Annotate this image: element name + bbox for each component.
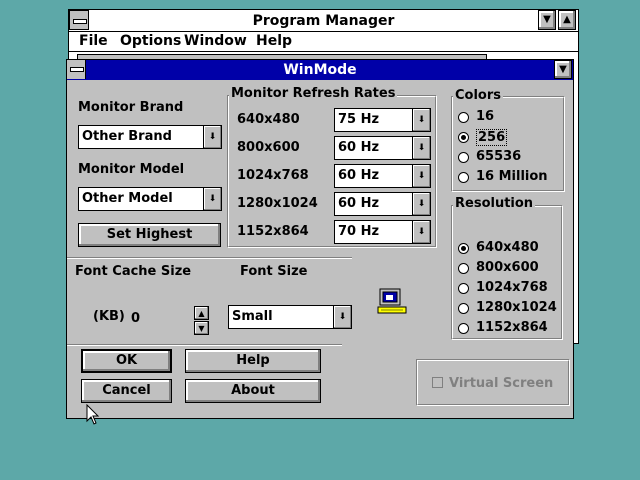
color-256-radio[interactable] — [458, 132, 469, 143]
about-button[interactable]: About — [185, 379, 321, 403]
color-65536-label: 65536 — [476, 149, 522, 164]
res-800-radio[interactable] — [458, 263, 469, 274]
refresh-rate-1280-value: 60 Hz — [338, 196, 380, 211]
res-1152-radio[interactable] — [458, 323, 469, 334]
dropdown-arrow-icon[interactable]: ⬇ — [333, 306, 351, 328]
refresh-res-640: 640x480 — [237, 112, 300, 127]
refresh-rate-1024-value: 60 Hz — [338, 168, 380, 183]
color-16-radio[interactable] — [458, 112, 469, 123]
res-1024-radio[interactable] — [458, 283, 469, 294]
monitor-model-select[interactable]: Other Model ⬇ — [78, 187, 222, 211]
menu-file[interactable]: File — [79, 33, 108, 49]
color-256-label: 256 — [476, 129, 508, 146]
dropdown-arrow-icon[interactable]: ⬇ — [412, 165, 430, 187]
refresh-rate-800-select[interactable]: 60 Hz ⬇ — [334, 136, 431, 160]
help-button[interactable]: Help — [185, 349, 321, 373]
refresh-rate-1152-value: 70 Hz — [338, 224, 380, 239]
set-highest-button[interactable]: Set Highest — [78, 223, 221, 247]
mouse-cursor-icon — [86, 403, 100, 426]
ok-button[interactable]: OK — [81, 349, 172, 373]
colors-title: Colors — [453, 88, 504, 103]
refresh-rate-800-value: 60 Hz — [338, 140, 380, 155]
minimize-icon[interactable]: ▼ — [554, 60, 572, 79]
refresh-rate-1152-select[interactable]: 70 Hz ⬇ — [334, 220, 431, 244]
monitor-icon — [377, 288, 407, 316]
system-menu-icon[interactable] — [67, 60, 86, 79]
dropdown-arrow-icon[interactable]: ⬇ — [203, 188, 221, 210]
font-cache-unit: (KB) — [93, 309, 125, 324]
refresh-res-1024: 1024x768 — [237, 168, 309, 183]
refresh-rate-640-value: 75 Hz — [338, 112, 380, 127]
res-800-label: 800x600 — [476, 260, 539, 275]
font-size-title: Font Size — [240, 264, 308, 279]
menu-window[interactable]: Window — [184, 33, 247, 49]
resolution-title: Resolution — [453, 196, 536, 211]
font-size-select[interactable]: Small ⬇ — [228, 305, 352, 329]
winmode-dialog: WinMode ▼ Monitor Brand Other Brand ⬇ Mo… — [66, 59, 574, 419]
dropdown-arrow-icon[interactable]: ⬇ — [412, 221, 430, 243]
monitor-model-label: Monitor Model — [78, 162, 185, 177]
dropdown-arrow-icon[interactable]: ⬇ — [412, 109, 430, 131]
font-size-value: Small — [232, 309, 273, 324]
program-manager-title: Program Manager — [252, 13, 395, 29]
minimize-icon[interactable]: ▼ — [538, 10, 556, 30]
color-65536-radio[interactable] — [458, 152, 469, 163]
maximize-icon[interactable]: ▲ — [558, 10, 576, 30]
refresh-rate-1280-select[interactable]: 60 Hz ⬇ — [334, 192, 431, 216]
res-1280-radio[interactable] — [458, 303, 469, 314]
res-640-label: 640x480 — [476, 240, 539, 255]
font-cache-title: Font Cache Size — [75, 264, 192, 279]
res-640-radio[interactable] — [458, 243, 469, 254]
spin-up-icon[interactable]: ▲ — [194, 306, 209, 320]
program-manager-menu-bar: File Options Window Help — [69, 32, 578, 52]
color-16-million-radio[interactable] — [458, 172, 469, 183]
refresh-rate-640-select[interactable]: 75 Hz ⬇ — [334, 108, 431, 132]
cancel-button[interactable]: Cancel — [81, 379, 172, 403]
monitor-brand-value: Other Brand — [82, 129, 172, 144]
spin-down-icon[interactable]: ▼ — [194, 321, 209, 335]
virtual-screen-checkbox[interactable] — [432, 377, 443, 388]
color-16-million-label: 16 Million — [476, 169, 548, 184]
res-1280-label: 1280x1024 — [476, 300, 557, 315]
divider — [67, 344, 342, 346]
res-1024-label: 1024x768 — [476, 280, 548, 295]
menu-help[interactable]: Help — [256, 33, 292, 49]
virtual-screen-label: Virtual Screen — [449, 376, 554, 391]
menu-options[interactable]: Options — [120, 33, 181, 49]
refresh-res-1280: 1280x1024 — [237, 196, 318, 211]
refresh-rate-1024-select[interactable]: 60 Hz ⬇ — [334, 164, 431, 188]
winmode-title-bar[interactable]: WinMode ▼ — [67, 60, 573, 80]
system-menu-icon[interactable] — [69, 10, 89, 30]
divider — [67, 257, 352, 259]
program-manager-title-bar[interactable]: Program Manager ▼ ▲ — [69, 10, 578, 32]
dropdown-arrow-icon[interactable]: ⬇ — [412, 137, 430, 159]
refresh-rates-title: Monitor Refresh Rates — [229, 86, 398, 101]
refresh-res-800: 800x600 — [237, 140, 300, 155]
refresh-res-1152: 1152x864 — [237, 224, 309, 239]
monitor-brand-label: Monitor Brand — [78, 100, 184, 115]
winmode-title: WinMode — [283, 62, 357, 78]
monitor-brand-select[interactable]: Other Brand ⬇ — [78, 125, 222, 149]
color-16-label: 16 — [476, 109, 495, 124]
dropdown-arrow-icon[interactable]: ⬇ — [412, 193, 430, 215]
monitor-model-value: Other Model — [82, 191, 173, 206]
res-1152-label: 1152x864 — [476, 320, 548, 335]
dropdown-arrow-icon[interactable]: ⬇ — [203, 126, 221, 148]
font-cache-value[interactable]: 0 — [131, 311, 140, 326]
